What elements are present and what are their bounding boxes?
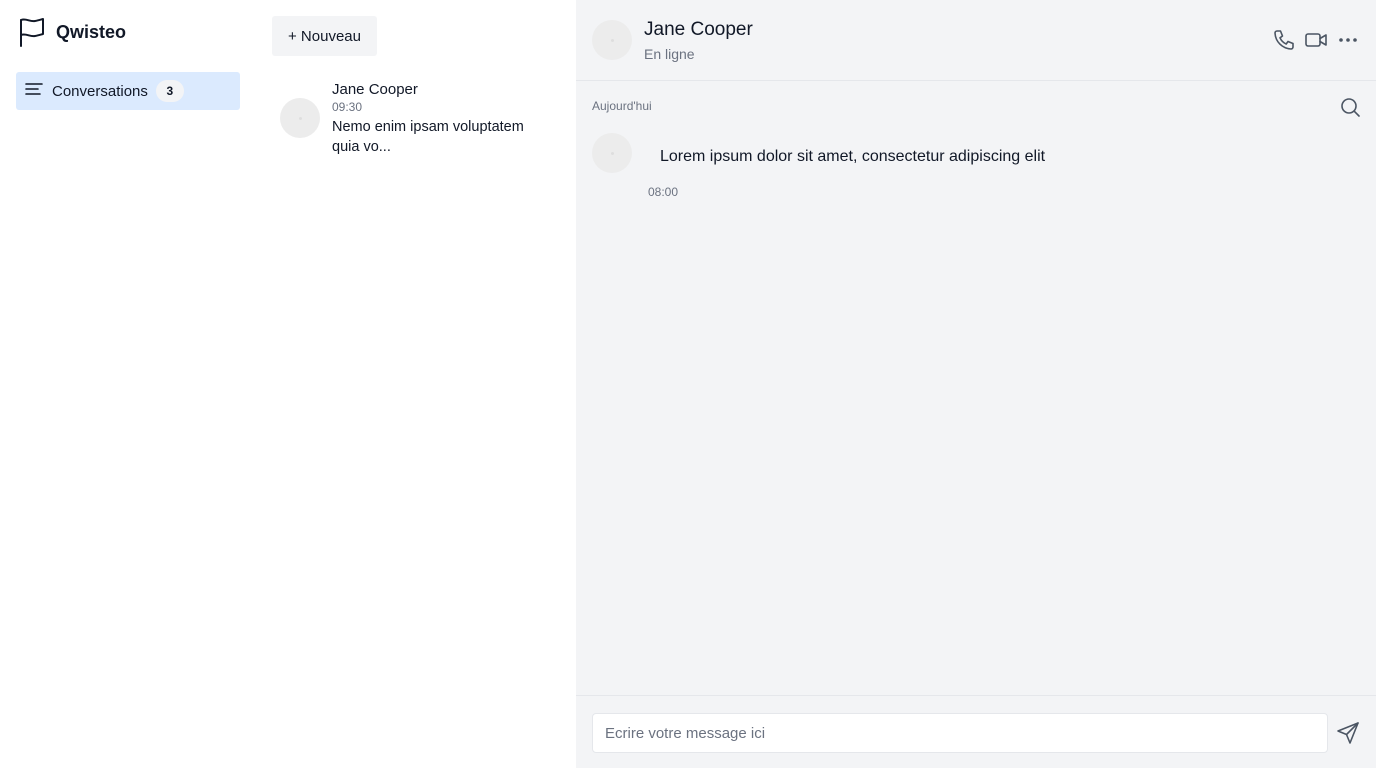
brand-name: Qwisteo [56,21,127,42]
message-avatar [592,133,632,173]
chat-header: Jane Cooper En ligne [576,0,1376,81]
contact-name: Jane Cooper [644,19,753,40]
chat-header-actions [1264,28,1360,52]
phone-icon[interactable] [1272,28,1296,52]
brand[interactable]: Qwisteo [18,16,126,48]
sidebar: Qwisteo Conversations 3 [0,0,256,768]
new-conversation-button[interactable]: + Nouveau [272,16,377,56]
sidebar-item-conversations[interactable]: Conversations 3 [16,72,240,110]
message-text: Lorem ipsum dolor sit amet, consectetur … [660,148,1046,165]
conversation-list-item[interactable]: Jane Cooper 09:30 Nemo enim ipsam volupt… [272,78,560,160]
conversation-summary: Jane Cooper 09:30 Nemo enim ipsam volupt… [332,81,542,160]
contact-avatar [592,20,632,60]
avatar [280,98,320,138]
message-time: 08:00 [648,185,679,199]
more-icon[interactable] [1336,28,1360,52]
contact-status: En ligne [644,46,695,62]
conversation-list-panel: + Nouveau Jane Cooper 09:30 Nemo enim ip… [256,0,576,768]
conversations-count-badge: 3 [155,80,184,102]
menu-lines-icon [24,79,44,104]
search-icon[interactable] [1340,97,1360,117]
sidebar-item-label: Conversations [52,82,148,100]
send-icon[interactable] [1336,721,1360,745]
conversation-preview: Nemo enim ipsam voluptatem quia vo... [332,119,524,155]
chat-panel: Jane Cooper En ligne Aujourd'hui Lorem i… [576,0,1376,768]
message-composer [576,695,1376,768]
day-separator: Aujourd'hui [592,99,652,113]
conversation-time: 09:30 [332,100,363,114]
flag-icon [18,17,46,47]
message-input[interactable] [592,713,1328,753]
video-icon[interactable] [1304,28,1328,52]
conversation-contact-name: Jane Cooper [332,81,418,98]
